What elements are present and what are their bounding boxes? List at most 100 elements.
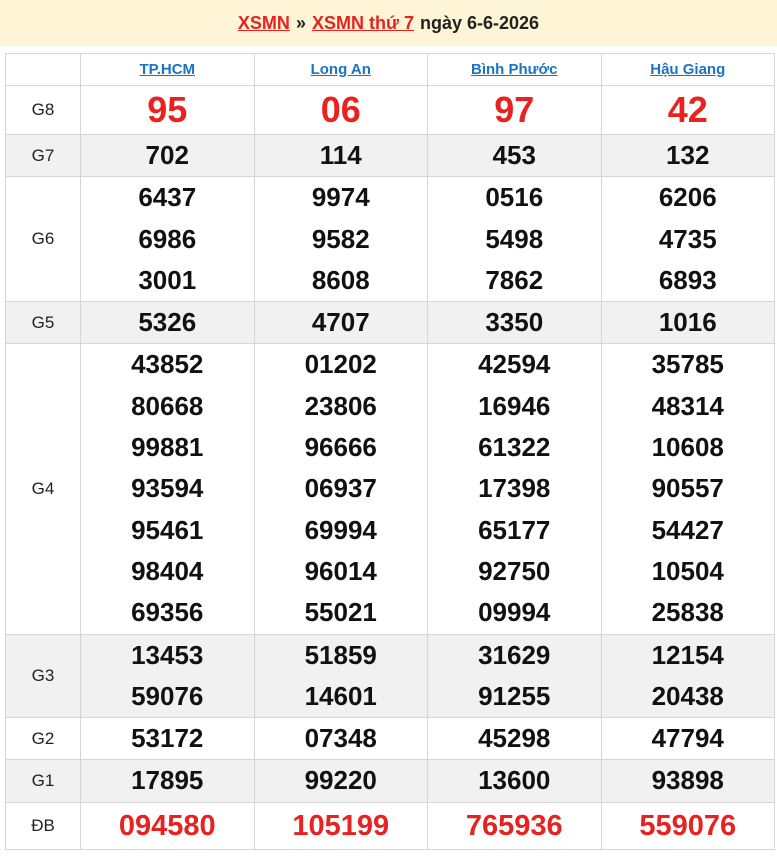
winning-number: 105199 bbox=[292, 809, 390, 842]
prize-rows: G8 95 06 97 42 G7 702 114 453 132 G6 6437 6986 3001 99… bbox=[5, 85, 775, 850]
prize-cell: 6437 6986 3001 bbox=[80, 176, 255, 303]
prize-cell: 53172 bbox=[80, 717, 255, 761]
winning-number: 094580 bbox=[118, 809, 216, 842]
winning-number: 07348 bbox=[304, 723, 377, 754]
winning-number: 69356 bbox=[131, 597, 204, 628]
winning-number: 80668 bbox=[131, 390, 204, 421]
winning-number: 13453 bbox=[131, 639, 204, 670]
winning-number: 06 bbox=[320, 89, 361, 130]
province-link-tphcm[interactable]: TP.HCM bbox=[139, 61, 195, 78]
winning-number: 91255 bbox=[478, 680, 551, 711]
winning-number: 31629 bbox=[478, 639, 551, 670]
results-table: TP.HCM Long An Bình Phước Hậu Giang G8 95… bbox=[5, 53, 775, 850]
prize-cell: 12154 20438 bbox=[600, 633, 775, 719]
prize-cell: 07348 bbox=[253, 717, 428, 761]
winning-number: 09994 bbox=[478, 597, 551, 628]
xsmn-link[interactable]: XSMN bbox=[238, 13, 290, 34]
winning-number: 132 bbox=[666, 140, 710, 170]
prize-cell: 702 bbox=[80, 133, 255, 178]
winning-number: 61322 bbox=[478, 432, 551, 463]
province-header: Bình Phước bbox=[427, 53, 602, 86]
prize-label: G6 bbox=[5, 176, 81, 303]
winning-number: 93594 bbox=[131, 473, 204, 504]
prize-cell: 95 bbox=[80, 85, 255, 135]
winning-number: 96014 bbox=[304, 555, 377, 586]
winning-number: 54427 bbox=[651, 514, 724, 545]
province-header: Hậu Giang bbox=[600, 53, 775, 86]
draw-date: ngày 6-6-2026 bbox=[420, 12, 540, 33]
winning-number: 25838 bbox=[651, 597, 724, 628]
winning-number: 0516 bbox=[485, 182, 544, 213]
prize-label: G4 bbox=[5, 343, 81, 635]
prize-cell: 45298 bbox=[427, 717, 602, 761]
winning-number: 4707 bbox=[311, 307, 370, 338]
winning-number: 3001 bbox=[138, 264, 197, 295]
province-link-hau-giang[interactable]: Hậu Giang bbox=[650, 61, 725, 78]
winning-number: 3350 bbox=[485, 307, 544, 338]
prize-cell: 06 bbox=[253, 85, 428, 135]
winning-number: 6986 bbox=[138, 223, 197, 254]
winning-number: 99220 bbox=[304, 765, 377, 796]
winning-number: 23806 bbox=[304, 390, 377, 421]
winning-number: 06937 bbox=[304, 473, 377, 504]
prize-row: G1 17895 99220 13600 93898 bbox=[5, 759, 775, 803]
winning-number: 53172 bbox=[131, 723, 204, 754]
winning-number: 65177 bbox=[478, 514, 551, 545]
winning-number: 90557 bbox=[651, 473, 724, 504]
winning-number: 16946 bbox=[478, 390, 551, 421]
prize-cell: 559076 bbox=[600, 801, 775, 850]
prize-label: G8 bbox=[5, 85, 81, 135]
prize-row: ĐB 094580 105199 765936 559076 bbox=[5, 801, 775, 850]
winning-number: 55021 bbox=[304, 597, 377, 628]
winning-number: 702 bbox=[145, 140, 189, 170]
prize-cell: 43852 80668 99881 93594 95461 98404 69356 bbox=[80, 343, 255, 635]
province-link-binh-phuoc[interactable]: Bình Phước bbox=[471, 61, 558, 78]
prize-cell: 5326 bbox=[80, 301, 255, 345]
province-header-row: TP.HCM Long An Bình Phước Hậu Giang bbox=[5, 53, 775, 86]
winning-number: 6437 bbox=[138, 182, 197, 213]
winning-number: 01202 bbox=[304, 349, 377, 380]
winning-number: 765936 bbox=[465, 809, 563, 842]
prize-row: G2 53172 07348 45298 47794 bbox=[5, 717, 775, 761]
prize-label: ĐB bbox=[5, 801, 81, 850]
corner-cell bbox=[5, 53, 81, 86]
winning-number: 95 bbox=[147, 89, 188, 130]
winning-number: 5326 bbox=[138, 307, 197, 338]
prize-cell: 13600 bbox=[427, 759, 602, 803]
winning-number: 1016 bbox=[658, 307, 717, 338]
winning-number: 42594 bbox=[478, 349, 551, 380]
prize-cell: 93898 bbox=[600, 759, 775, 803]
province-link-long-an[interactable]: Long An bbox=[311, 61, 371, 78]
winning-number: 6206 bbox=[658, 182, 717, 213]
prize-cell: 765936 bbox=[427, 801, 602, 850]
prize-row: G6 6437 6986 3001 9974 9582 8608 0516 5498 7862 62… bbox=[5, 176, 775, 303]
winning-number: 9974 bbox=[311, 182, 370, 213]
winning-number: 93898 bbox=[651, 765, 724, 796]
winning-number: 13600 bbox=[478, 765, 551, 796]
winning-number: 14601 bbox=[304, 680, 377, 711]
prize-cell: 99220 bbox=[253, 759, 428, 803]
winning-number: 98404 bbox=[131, 555, 204, 586]
winning-number: 97 bbox=[494, 89, 535, 130]
prize-cell: 6206 4735 6893 bbox=[600, 176, 775, 303]
prize-cell: 47794 bbox=[600, 717, 775, 761]
winning-number: 10608 bbox=[651, 432, 724, 463]
prize-label: G1 bbox=[5, 759, 81, 803]
prize-cell: 97 bbox=[427, 85, 602, 135]
winning-number: 69994 bbox=[304, 514, 377, 545]
winning-number: 5498 bbox=[485, 223, 544, 254]
prize-cell: 17895 bbox=[80, 759, 255, 803]
province-header: TP.HCM bbox=[80, 53, 255, 86]
prize-label: G2 bbox=[5, 717, 81, 761]
winning-number: 12154 bbox=[651, 639, 724, 670]
winning-number: 4735 bbox=[658, 223, 717, 254]
winning-number: 17895 bbox=[131, 765, 204, 796]
winning-number: 6893 bbox=[658, 264, 717, 295]
prize-cell: 453 bbox=[427, 133, 602, 178]
winning-number: 20438 bbox=[651, 680, 724, 711]
winning-number: 9582 bbox=[311, 223, 370, 254]
prize-cell: 132 bbox=[600, 133, 775, 178]
xsmn-day-link[interactable]: XSMN thứ 7 bbox=[312, 13, 414, 34]
breadcrumb-separator: » bbox=[295, 12, 306, 33]
winning-number: 42 bbox=[667, 89, 708, 130]
